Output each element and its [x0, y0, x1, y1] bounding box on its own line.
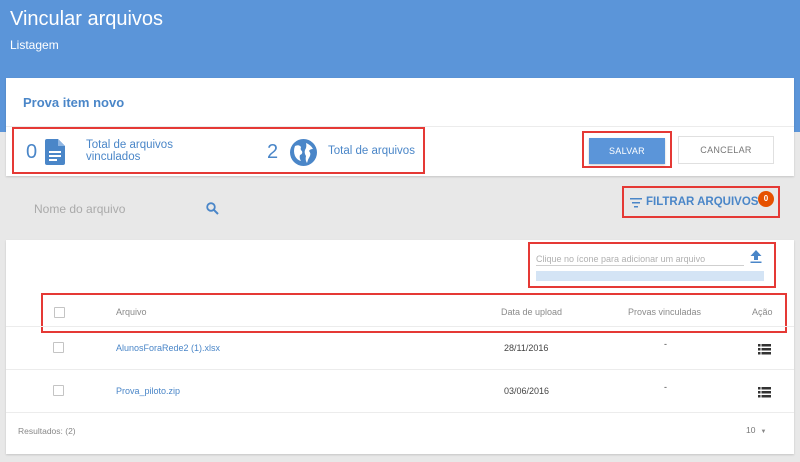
- upload-progress-bar: [536, 271, 764, 281]
- table-row: Prova_piloto.zip 03/06/2016 -: [6, 370, 794, 412]
- filter-icon: [630, 198, 642, 208]
- search-icon[interactable]: [206, 202, 219, 220]
- linked-files-label-1: Total de arquivos: [86, 139, 173, 151]
- search-area: [34, 200, 224, 220]
- select-all-checkbox[interactable]: [54, 307, 65, 318]
- summary-card: Prova item novo 0 Total de arquivos vinc…: [6, 78, 794, 176]
- table-row: AlunosForaRede2 (1).xlsx 28/11/2016 -: [6, 327, 794, 369]
- upload-icon[interactable]: [750, 250, 762, 268]
- filter-count-badge: 0: [758, 191, 774, 207]
- filter-files-label: FILTRAR ARQUIVOS: [646, 196, 759, 208]
- list-icon[interactable]: [758, 385, 771, 403]
- upload-file-input[interactable]: [536, 252, 744, 266]
- card-title: Prova item novo: [23, 95, 125, 110]
- cancel-button[interactable]: CANCELAR: [678, 136, 774, 164]
- total-files-count: 2: [267, 141, 279, 163]
- filter-files-button[interactable]: FILTRAR ARQUIVOS: [630, 196, 758, 208]
- page-title: Vincular arquivos: [10, 8, 164, 30]
- total-files-label: Total de arquivos: [328, 145, 415, 157]
- row-divider: [6, 412, 794, 413]
- file-link[interactable]: AlunosForaRede2 (1).xlsx: [116, 343, 220, 353]
- column-header-file[interactable]: Arquivo: [116, 307, 147, 317]
- filter-wrapper: FILTRAR ARQUIVOS 0: [622, 186, 780, 218]
- linked-exams: -: [664, 382, 667, 392]
- page-subtitle: Listagem: [10, 38, 59, 52]
- save-button-wrapper: SALVAR: [582, 131, 672, 168]
- page-size-value: 10: [746, 425, 756, 435]
- linked-files-label-2: vinculados: [86, 151, 141, 163]
- upload-date: 03/06/2016: [504, 386, 550, 396]
- row-checkbox[interactable]: [53, 342, 64, 353]
- upload-area: [528, 242, 776, 288]
- results-count: Resultados: (2): [18, 426, 76, 436]
- row-checkbox[interactable]: [53, 385, 64, 396]
- column-header-linked[interactable]: Provas vinculadas: [628, 307, 701, 317]
- list-icon[interactable]: [758, 342, 771, 360]
- linked-exams: -: [664, 339, 667, 349]
- file-link[interactable]: Prova_piloto.zip: [116, 386, 180, 396]
- search-input[interactable]: [34, 200, 194, 218]
- linked-files-count: 0: [26, 141, 38, 163]
- chevron-down-icon: ▼: [760, 429, 767, 435]
- column-header-date[interactable]: Data de upload: [501, 307, 562, 317]
- column-header-action: Ação: [752, 307, 773, 317]
- globe-icon: [290, 139, 317, 171]
- upload-date: 28/11/2016: [504, 343, 549, 353]
- document-icon: [45, 139, 65, 170]
- page-size-select[interactable]: 10 ▼: [746, 425, 766, 435]
- save-button[interactable]: SALVAR: [589, 138, 665, 164]
- files-card: Arquivo Data de upload Provas vinculadas…: [6, 240, 794, 454]
- stats-box: 0 Total de arquivos vinculados 2 Total d…: [12, 127, 425, 174]
